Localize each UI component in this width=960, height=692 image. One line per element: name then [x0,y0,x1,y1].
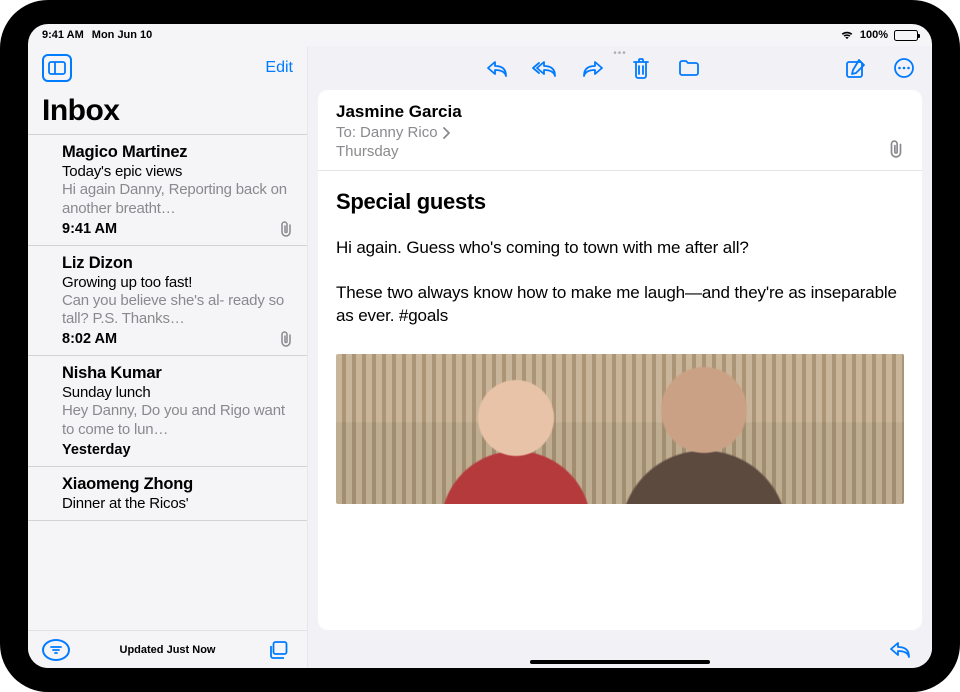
battery-percent: 100% [860,29,888,41]
message-preview: Hi again Danny, Reporting back on anothe… [62,181,293,219]
home-indicator[interactable] [530,660,710,664]
message-item[interactable]: Magico Martinez Today's epic views Hi ag… [28,135,307,246]
message-subject: Sunday lunch [62,384,293,401]
sidebar-toggle-button[interactable] [42,54,72,82]
mail-reader: ••• [308,46,932,668]
message-sender: Xiaomeng Zhong [62,475,293,494]
compose-button[interactable] [842,54,870,82]
wifi-icon [840,30,854,40]
message-list[interactable]: Magico Martinez Today's epic views Hi ag… [28,134,307,630]
message-preview: Can you believe she's al- ready so tall?… [62,292,293,330]
message-subject: Today's epic views [62,163,293,180]
paperclip-icon [279,221,293,237]
paperclip-icon [279,331,293,347]
mail-paragraph: Hi again. Guess who's coming to town wit… [336,237,904,260]
trash-button[interactable] [627,54,655,82]
mail-paragraph: These two always know how to make me lau… [336,282,904,328]
reply-all-button[interactable] [531,54,559,82]
sidebar: Edit Inbox Magico Martinez Today's epic … [28,46,308,668]
reply-button[interactable] [483,54,511,82]
mail-to-label: To: [336,124,356,141]
paperclip-icon [888,140,904,158]
battery-icon [894,30,918,41]
status-bar: 9:41 AM Mon Jun 10 100% [28,24,932,46]
mail-from[interactable]: Jasmine Garcia [336,102,904,122]
reply-button[interactable] [886,635,914,663]
mailboxes-button[interactable] [265,636,293,664]
message-subject: Growing up too fast! [62,274,293,291]
chevron-right-icon [442,127,450,139]
mail-date: Thursday [336,143,904,160]
mail-body[interactable]: Special guests Hi again. Guess who's com… [318,171,922,630]
status-time: 9:41 AM [42,29,84,41]
move-button[interactable] [675,54,703,82]
more-button[interactable] [890,54,918,82]
mail-subject: Special guests [336,189,904,215]
message-time: 8:02 AM [62,331,117,347]
message-subject: Dinner at the Ricos' [62,495,293,512]
mail-to-row[interactable]: To: Danny Rico [336,124,904,141]
message-item[interactable]: Nisha Kumar Sunday lunch Hey Danny, Do y… [28,356,307,467]
message-sender: Magico Martinez [62,143,293,162]
status-date: Mon Jun 10 [92,29,153,41]
message-time: 9:41 AM [62,221,117,237]
message-preview: Hey Danny, Do you and Rigo want to come … [62,402,293,440]
mail-card: Jasmine Garcia To: Danny Rico Thursday [318,90,922,630]
inbox-title: Inbox [28,90,307,134]
message-sender: Nisha Kumar [62,364,293,383]
edit-button[interactable]: Edit [265,59,293,77]
message-item[interactable]: Liz Dizon Growing up too fast! Can you b… [28,246,307,357]
message-time: Yesterday [62,442,131,458]
sync-status: Updated Just Now [70,644,265,656]
message-sender: Liz Dizon [62,254,293,273]
mail-to-name: Danny Rico [360,124,438,141]
mail-attachment-image[interactable] [336,354,904,504]
filter-button[interactable] [42,639,70,661]
forward-button[interactable] [579,54,607,82]
window-grabber-icon[interactable]: ••• [613,48,627,59]
message-item[interactable]: Xiaomeng Zhong Dinner at the Ricos' [28,467,307,521]
